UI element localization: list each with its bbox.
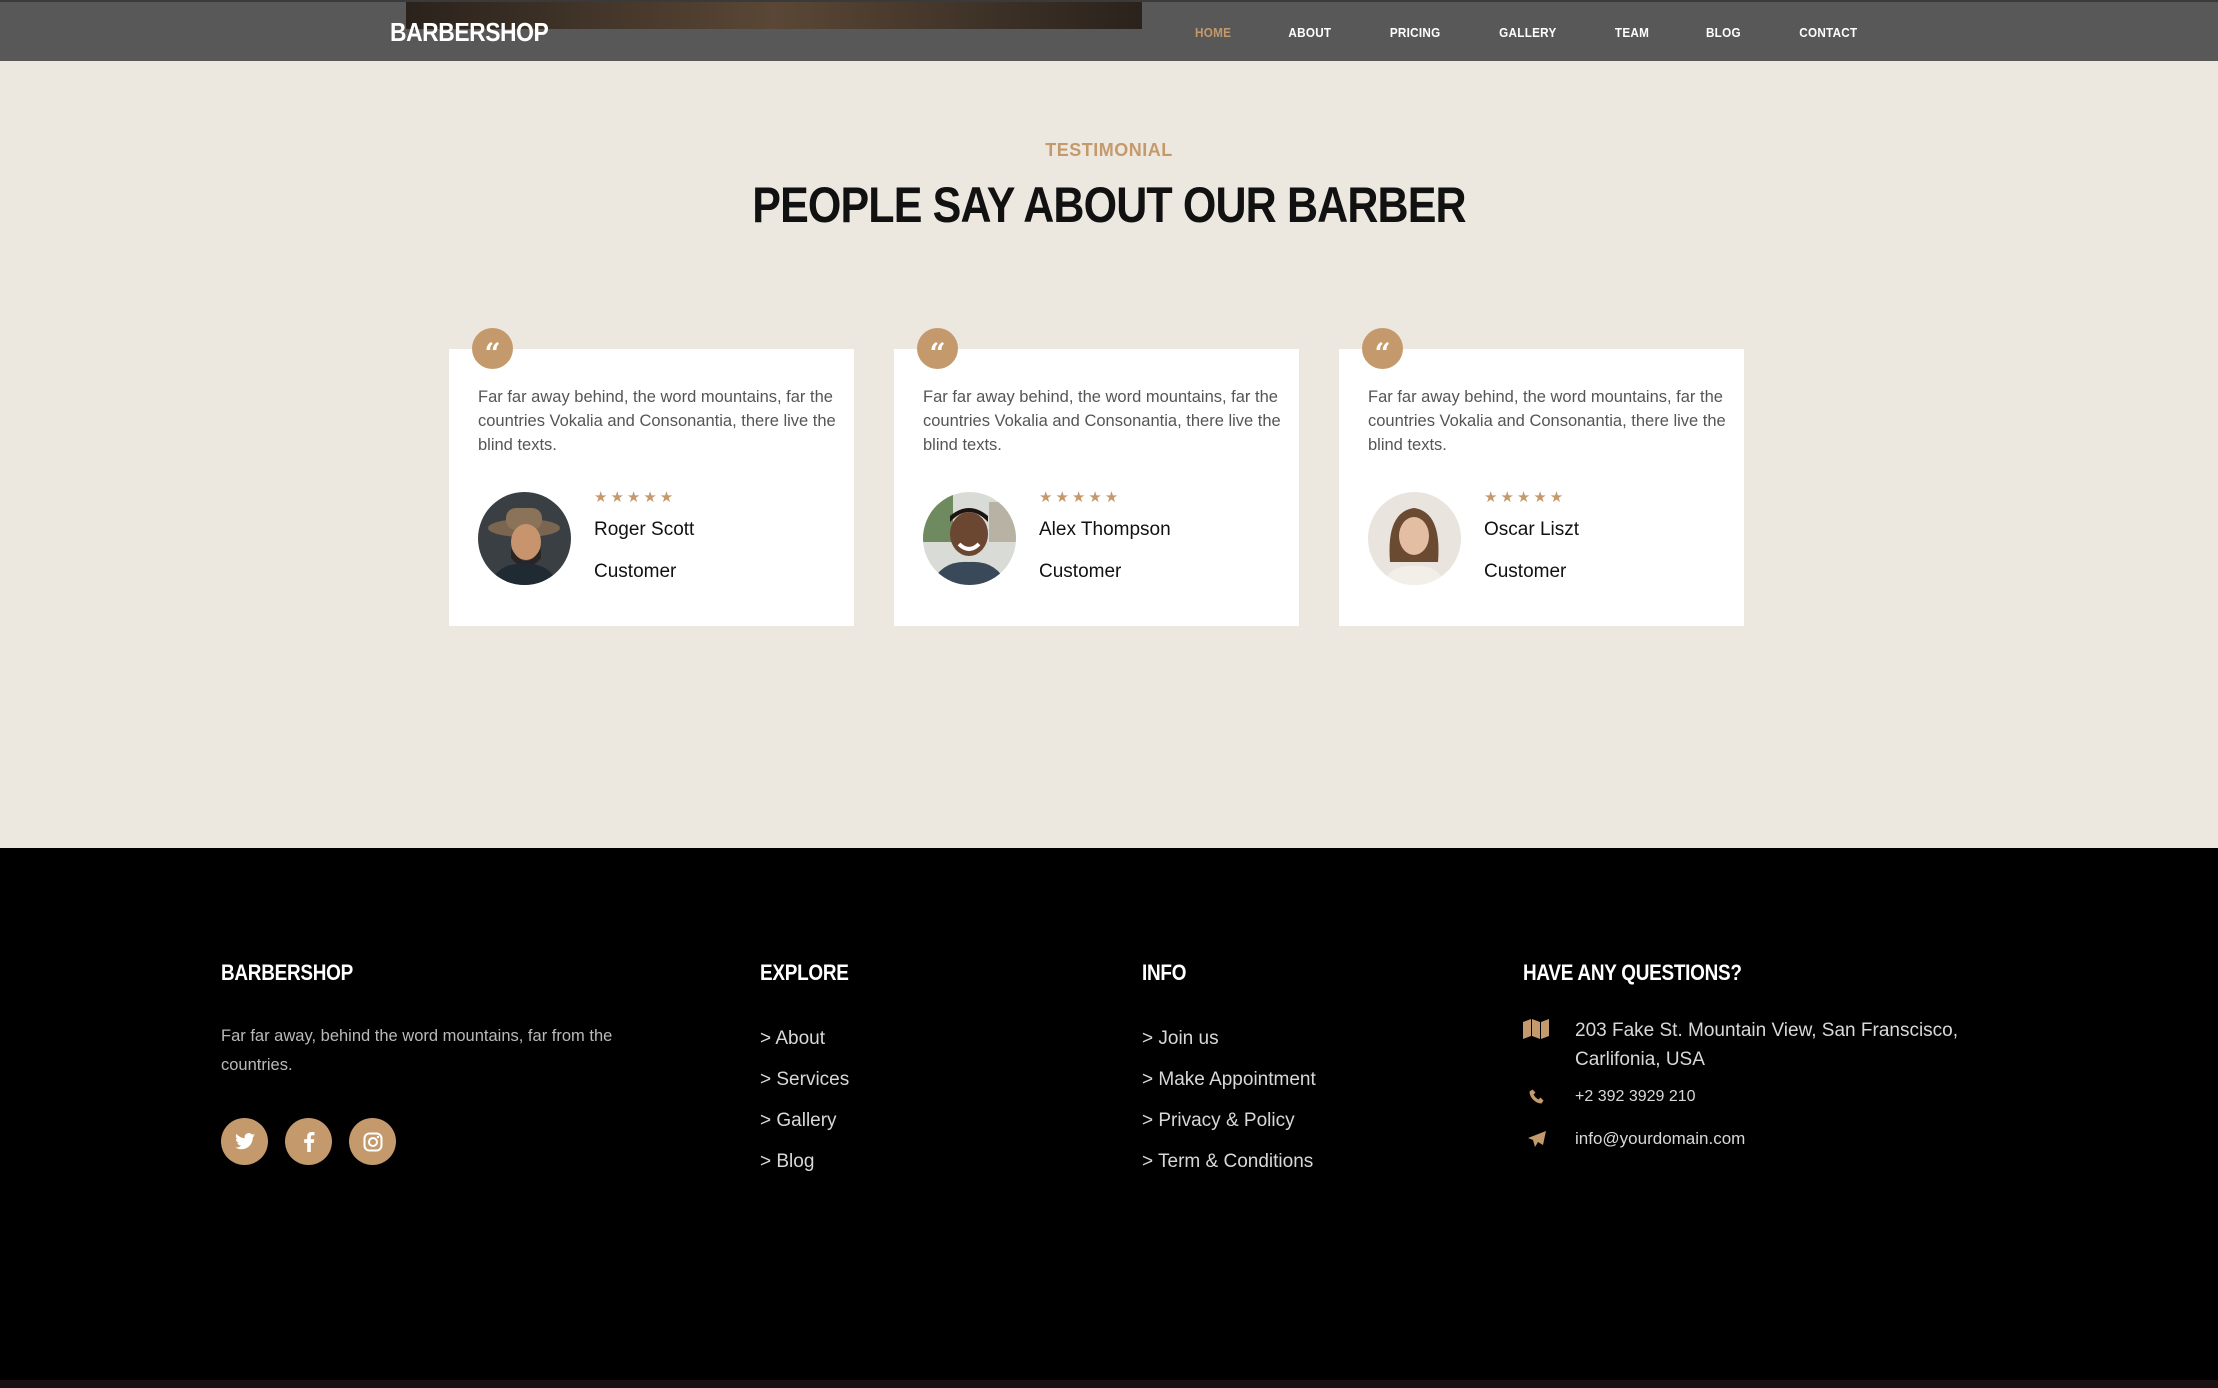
paper-plane-icon <box>1523 1128 1575 1152</box>
avatar <box>478 492 571 585</box>
nav-link-pricing[interactable]: PRICING <box>1390 25 1441 40</box>
footer-info-title: INFO <box>1142 960 1187 985</box>
testimonial-title: PEOPLE SAY ABOUT OUR BARBER <box>752 177 1466 233</box>
customer-name: Alex Thompson <box>1039 519 1171 540</box>
footer-link-join-us[interactable]: Join us <box>1142 1018 1316 1059</box>
phone-icon <box>1523 1086 1575 1110</box>
footer-brand: BARBERSHOP <box>221 960 353 985</box>
quote-icon: “ <box>1362 328 1403 370</box>
star-rating: ★★★★★ <box>594 489 677 506</box>
footer-explore-column: EXPLORE About Services Gallery Blog <box>760 960 863 1182</box>
footer-link-gallery[interactable]: Gallery <box>760 1100 863 1141</box>
testimonial-text: Far far away behind, the word mountains,… <box>478 388 836 454</box>
footer-info-column: INFO Join us Make Appointment Privacy & … <box>1142 960 1316 1182</box>
nav-links: HOME ABOUT PRICING GALLERY TEAM BLOG CON… <box>1193 25 1913 40</box>
contact-phone-row: +2 392 3929 210 <box>1523 1086 2005 1110</box>
footer-explore-list: About Services Gallery Blog <box>760 1018 863 1182</box>
nav-link-home[interactable]: HOME <box>1195 25 1231 40</box>
social-links <box>221 1118 681 1165</box>
customer-name: Oscar Liszt <box>1484 519 1580 540</box>
top-navbar: BARBERSHOP HOME ABOUT PRICING GALLERY TE… <box>0 0 2218 61</box>
avatar <box>1368 492 1461 585</box>
testimonial-text: Far far away behind, the word mountains,… <box>923 388 1281 454</box>
footer-link-about[interactable]: About <box>760 1018 863 1059</box>
testimonial-eyebrow: TESTIMONIAL <box>1045 140 1173 160</box>
footer-info-list: Join us Make Appointment Privacy & Polic… <box>1142 1018 1316 1182</box>
contact-phone[interactable]: +2 392 3929 210 <box>1575 1086 1696 1108</box>
footer-contact-column: HAVE ANY QUESTIONS? 203 Fake St. Mountai… <box>1523 960 2005 1164</box>
nav-link-team[interactable]: TEAM <box>1615 25 1649 40</box>
brand-logo[interactable]: BARBERSHOP <box>390 17 549 48</box>
instagram-icon[interactable] <box>349 1118 396 1165</box>
nav-link-blog[interactable]: BLOG <box>1706 25 1741 40</box>
quote-icon: “ <box>917 328 958 370</box>
map-icon <box>1523 1016 1575 1044</box>
footer-brand-column: BARBERSHOP Far far away, behind the word… <box>221 960 681 1165</box>
contact-email[interactable]: info@yourdomain.com <box>1575 1128 1745 1150</box>
footer-link-privacy-policy[interactable]: Privacy & Policy <box>1142 1100 1316 1141</box>
nav-link-gallery[interactable]: GALLERY <box>1499 25 1556 40</box>
nav-link-about[interactable]: ABOUT <box>1289 25 1332 40</box>
facebook-icon[interactable] <box>285 1118 332 1165</box>
footer-contact-title: HAVE ANY QUESTIONS? <box>1523 960 1742 985</box>
testimonial-card: “ Far far away behind, the word mountain… <box>449 328 854 626</box>
customer-role: Customer <box>594 561 677 582</box>
contact-address-row: 203 Fake St. Mountain View, San Franscis… <box>1523 1016 2005 1074</box>
nav-link-contact[interactable]: CONTACT <box>1799 25 1857 40</box>
footer-link-make-appointment[interactable]: Make Appointment <box>1142 1059 1315 1100</box>
footer-link-terms[interactable]: Term & Conditions <box>1142 1141 1316 1182</box>
footer-description: Far far away, behind the word mountains,… <box>221 1027 613 1074</box>
quote-icon: “ <box>472 328 513 370</box>
customer-name: Roger Scott <box>594 519 695 540</box>
contact-email-row: info@yourdomain.com <box>1523 1128 2005 1152</box>
star-rating: ★★★★★ <box>1484 489 1567 506</box>
footer-bottom-border <box>0 1380 2218 1388</box>
contact-info: 203 Fake St. Mountain View, San Franscis… <box>1523 1016 2005 1152</box>
testimonial-card: “ Far far away behind, the word mountain… <box>1339 328 1744 626</box>
customer-role: Customer <box>1039 561 1122 582</box>
customer-role: Customer <box>1484 561 1567 582</box>
avatar <box>923 492 1016 585</box>
testimonial-text: Far far away behind, the word mountains,… <box>1368 388 1726 454</box>
footer: BARBERSHOP Far far away, behind the word… <box>0 848 2218 1388</box>
testimonial-card: “ Far far away behind, the word mountain… <box>894 328 1299 626</box>
footer-link-services[interactable]: Services <box>760 1059 863 1100</box>
contact-address: 203 Fake St. Mountain View, San Franscis… <box>1575 1020 1959 1070</box>
footer-explore-title: EXPLORE <box>760 960 849 985</box>
star-rating: ★★★★★ <box>1039 489 1122 506</box>
twitter-icon[interactable] <box>221 1118 268 1165</box>
footer-link-blog[interactable]: Blog <box>760 1141 863 1182</box>
